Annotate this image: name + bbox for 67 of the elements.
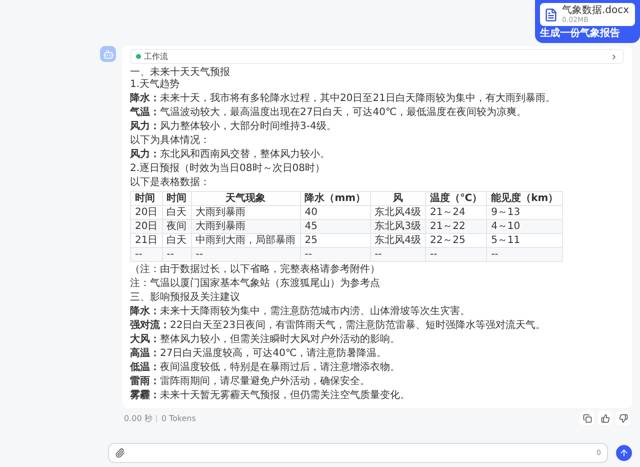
send-button[interactable] <box>616 445 632 461</box>
table-cell: 45 <box>300 220 370 234</box>
table-header: 天气现象 <box>191 192 300 206</box>
paragraph-text: 降水：未来十天，我市将有多轮降水过程，其中20日至21日白天降雨较为集中，有大雨到暴雨。 <box>130 93 556 104</box>
workflow-bar[interactable]: 工作流 <box>130 49 624 64</box>
table-cell: 9～13 <box>486 206 563 220</box>
table-cell: 4～10 <box>486 220 563 234</box>
token-count: 0 Tokens <box>161 414 196 422</box>
table-cell: -- <box>162 248 192 262</box>
table-header: 降水（mm） <box>300 192 370 206</box>
paragraph-text: 2.逐日预报（时效为当日08时～次日08时） <box>130 163 325 174</box>
table-cell: 夜间 <box>162 220 192 234</box>
paragraph-text: 以下是表格数据： <box>130 177 210 188</box>
table-cell: 东北风4级 <box>370 206 426 220</box>
table-cell: 21～24 <box>425 206 487 220</box>
heading-text: 1.天气趋势 <box>130 79 181 91</box>
table-cell: 东北风4级 <box>370 234 426 248</box>
table-cell: 21日 <box>130 234 162 248</box>
paragraph-text: （注：由于数据过长，以下省略，完整表格请参考附件） <box>130 264 380 275</box>
table-cell: 25 <box>300 234 370 248</box>
table-cell: 40 <box>300 206 370 220</box>
paragraph-text: 三、影响预报及关注建议 <box>130 292 240 303</box>
workflow-label: 工作流 <box>144 51 169 62</box>
paragraph-text: 气温：气温波动较大，最高温度出现在27日白天，可达40℃，最低温度在夜间较为凉爽。 <box>130 107 527 118</box>
table-cell: 20日 <box>130 206 162 220</box>
paragraph-text: 强对流：22日白天至23日夜间，有雷阵雨天气，需注意防范雷暴、短时强降水等强对流天气。 <box>130 320 546 331</box>
file-name: 气象数据.docx <box>562 5 629 16</box>
paragraph-text: 低温：夜间温度较低，特别是在暴雨过后，请注意增添衣物。 <box>130 362 400 373</box>
paragraph-text: 雾霾：未来十天暂无雾霾天气预报，但仍需关注空气质量变化。 <box>130 390 410 401</box>
table-cell: 中雨到大雨，局部暴雨 <box>191 234 300 248</box>
thumbs-up-icon[interactable] <box>598 411 612 425</box>
table-cell: -- <box>370 248 426 262</box>
table-cell: -- <box>300 248 370 262</box>
document-icon <box>544 8 558 22</box>
paragraph-text: 降水：未来十天降雨较为集中，需注意防范城市内涝、山体滑坡等次生灾害。 <box>130 306 470 317</box>
table-cell: -- <box>191 248 300 262</box>
table-cell: 白天 <box>162 206 192 220</box>
table-cell: 20日 <box>130 220 162 234</box>
heading-text: 一、未来十天天气预报 <box>130 67 231 78</box>
table-header: 能见度（km） <box>486 192 563 206</box>
paragraph-text: 高温：27日白天温度较高，可达40℃，请注意防暑降温。 <box>130 348 387 359</box>
table-cell: 5～11 <box>486 234 563 248</box>
table-header: 时间 <box>130 192 162 206</box>
table-cell: 东北风3级 <box>370 220 426 234</box>
table-cell: 21～22 <box>425 220 487 234</box>
status-dot <box>136 54 141 59</box>
paragraph-text: 风力：东北风和西南风交替，整体风力较小。 <box>130 149 330 160</box>
table-cell: 22～25 <box>425 234 487 248</box>
attachment-icon[interactable] <box>115 448 125 458</box>
bot-avatar <box>100 46 116 62</box>
table-cell: -- <box>130 248 162 262</box>
paragraph-text: 大风：整体风力较小，但需关注瞬时大风对户外活动的影响。 <box>130 334 400 345</box>
paragraph-text: 以下为具体情况： <box>130 135 210 146</box>
thumbs-down-icon[interactable] <box>616 411 630 425</box>
table-header: 温度（℃） <box>425 192 487 206</box>
table-cell: 大雨到暴雨 <box>191 220 300 234</box>
table-cell: 大雨到暴雨 <box>191 206 300 220</box>
table-cell: -- <box>486 248 563 262</box>
message-text: 生成一份气象报告 <box>540 28 621 40</box>
table-cell: 白天 <box>162 234 192 248</box>
arrow-up-icon <box>619 448 629 458</box>
paragraph-text: 注：气温以厦门国家基本气象站（东渡狐尾山）为参考点 <box>130 278 380 289</box>
paragraph-text: 风力：风力整体较小，大部分时间维持3-4级。 <box>130 121 336 132</box>
copy-icon[interactable] <box>580 411 594 425</box>
table-cell: -- <box>425 248 487 262</box>
paragraph-text: 雷雨：雷阵雨期间，请尽量避免户外活动，确保安全。 <box>130 376 370 387</box>
response-time: 0.00 秒 <box>124 412 152 424</box>
